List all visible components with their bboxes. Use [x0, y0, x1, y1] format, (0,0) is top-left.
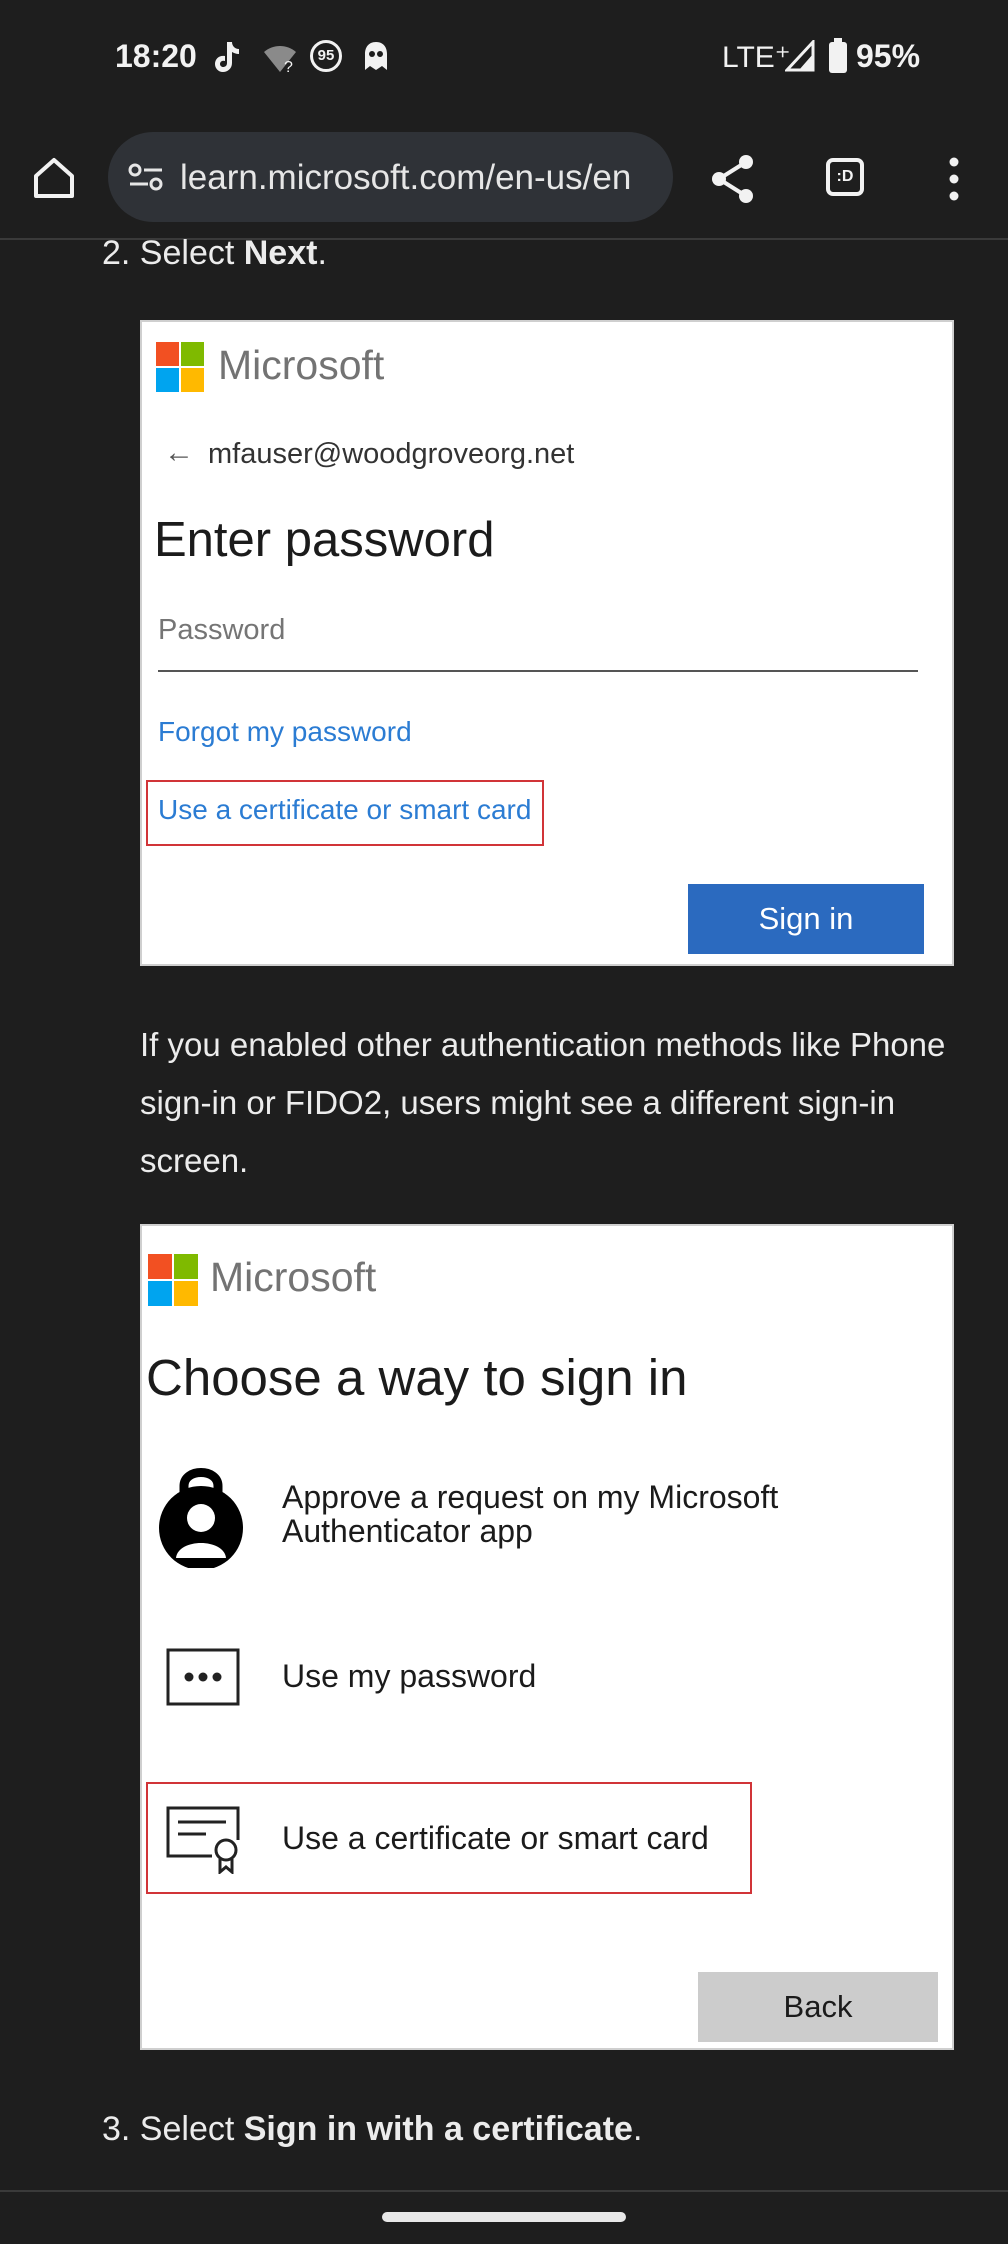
back-button: Back	[698, 1972, 938, 2042]
account-email: mfauser@woodgroveorg.net	[208, 438, 575, 470]
enter-password-heading: Enter password	[154, 513, 495, 567]
network-type: LTE⁺	[722, 41, 791, 74]
choose-sign-in-screenshot: Microsoft Choose a way to sign in Approv…	[140, 1224, 954, 2050]
share-icon[interactable]	[710, 154, 756, 204]
svg-text:?: ?	[284, 59, 293, 74]
forgot-password-link: Forgot my password	[158, 716, 412, 747]
status-time: 18:20	[115, 38, 197, 74]
bottom-divider	[0, 2190, 1008, 2192]
microsoft-logo	[148, 1254, 198, 1306]
step-3-prefix: 3. Select	[102, 2110, 244, 2148]
ghost-icon	[365, 42, 387, 70]
step-2-bold: Next	[243, 234, 318, 272]
password-option: Use my password	[282, 1658, 537, 1694]
home-icon[interactable]	[30, 154, 78, 202]
step-3-text: 3. Select Sign in with a certificate.	[102, 2110, 642, 2149]
overflow-menu-icon[interactable]	[944, 156, 964, 202]
tab-switcher-button[interactable]: :D	[826, 158, 864, 196]
browser-toolbar: learn.microsoft.com/en-us/en :D	[0, 120, 1008, 240]
step-3-suffix: .	[632, 2110, 643, 2148]
step-3-bold: Sign in with a certificate	[243, 2110, 633, 2148]
certificate-icon	[166, 1806, 240, 1874]
site-settings-icon[interactable]	[128, 162, 164, 192]
certificate-link: Use a certificate or smart card	[158, 794, 532, 825]
authenticator-option: Approve a request on my Microsoft Authen…	[282, 1479, 779, 1549]
sign-in-button: Sign in	[688, 884, 924, 954]
choose-sign-in-heading: Choose a way to sign in	[146, 1349, 688, 1406]
wifi-unknown-icon: ?	[264, 46, 296, 74]
step-2-prefix: 2. Select	[102, 234, 244, 272]
microsoft-brand: Microsoft	[218, 342, 385, 388]
password-field: Password	[158, 614, 286, 646]
status-bar: 18:20 ? 95 LTE⁺ 95%	[0, 0, 1008, 120]
back-arrow-icon: ←	[164, 436, 194, 469]
notification-badge: 95	[310, 40, 342, 72]
authenticator-icon	[159, 1468, 243, 1568]
microsoft-brand: Microsoft	[210, 1254, 377, 1300]
step-2-suffix: .	[317, 234, 327, 272]
step-2-text: 2. Select Next.	[102, 234, 327, 273]
battery-level: 95%	[856, 38, 921, 74]
tiktok-icon	[215, 42, 239, 72]
gesture-handle[interactable]	[382, 2212, 626, 2222]
alternate-methods-paragraph: If you enabled other authentication meth…	[140, 1026, 946, 1179]
password-underline	[158, 670, 918, 672]
microsoft-logo	[156, 342, 204, 392]
certificate-option: Use a certificate or smart card	[282, 1820, 709, 1856]
enter-password-screenshot: Microsoft ← mfauser@woodgroveorg.net Ent…	[140, 320, 954, 966]
address-bar[interactable]: learn.microsoft.com/en-us/en	[108, 132, 673, 222]
signal-icon	[785, 40, 815, 72]
battery-icon	[829, 38, 847, 73]
url-text: learn.microsoft.com/en-us/en	[180, 158, 632, 197]
password-dots-icon	[166, 1648, 240, 1706]
